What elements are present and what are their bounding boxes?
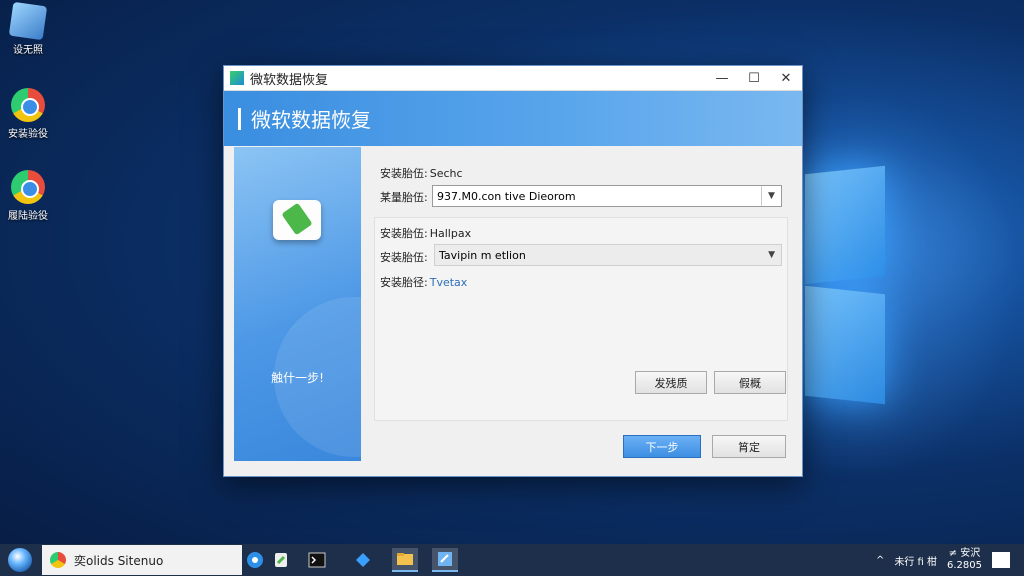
field-label: 安装胎伍: xyxy=(380,251,428,264)
desktop-icon-label: 履陆验役 xyxy=(8,211,48,222)
field-value: Sechc xyxy=(429,166,463,180)
path-dropdown[interactable]: 937.M0.con tive Dieorom ▼ xyxy=(432,185,782,207)
taskbar: 奕olids Sitenuo ^ 未行 fi 柑 ≠ 安沢 6.2805 xyxy=(0,544,1024,576)
field-label: 某量胎伍: xyxy=(380,191,428,204)
taskbar-app-installer[interactable] xyxy=(268,548,294,572)
browse-button[interactable]: 发残质 xyxy=(635,371,707,394)
tray-clock[interactable]: ≠ 安沢 6.2805 xyxy=(947,548,982,572)
installer-window: 微软数据恢复 — ☐ ✕ 微软数据恢复 触什一步! 安装胎伍: Sechc 某量… xyxy=(223,65,803,477)
chrome-icon xyxy=(50,552,66,568)
desktop-icon-1[interactable]: 设无照 xyxy=(4,1,52,56)
field-row-2: 某量胎伍: xyxy=(380,189,430,205)
field-row-4: 安装胎伍: xyxy=(380,249,430,265)
clock-line-2: 6.2805 xyxy=(947,560,982,571)
option-dropdown[interactable]: Tavipin m etlion ▼ xyxy=(434,244,782,266)
window-title: 微软数据恢复 xyxy=(250,72,329,88)
network-icon xyxy=(356,553,370,567)
cube-icon xyxy=(8,1,48,41)
app-icon xyxy=(230,71,244,85)
close-button[interactable]: ✕ xyxy=(770,66,802,91)
path-dropdown-value: 937.M0.con tive Dieorom xyxy=(437,189,576,203)
confirm-button[interactable]: 筲定 xyxy=(712,435,786,458)
taskbar-search-text: 奕olids Sitenuo xyxy=(74,553,164,568)
desktop-icon-2[interactable]: 安装验役 xyxy=(4,88,52,140)
field-row-1: 安装胎伍: Sechc xyxy=(380,165,463,181)
field-label: 安装胎伍: xyxy=(380,227,428,240)
chrome-icon xyxy=(11,170,45,204)
desktop-icon-3[interactable]: 履陆验役 xyxy=(4,170,52,222)
windows-logo-wallpaper xyxy=(805,160,890,410)
field-label: 安装胎伍: xyxy=(380,167,428,180)
notification-icon[interactable] xyxy=(992,552,1010,568)
terminal-icon xyxy=(308,552,326,568)
header-banner: 微软数据恢复 xyxy=(224,91,802,146)
side-prev-step-link[interactable]: 触什一步! xyxy=(234,369,361,386)
taskbar-search[interactable]: 奕olids Sitenuo xyxy=(42,545,242,575)
banner-heading: 微软数据恢复 xyxy=(251,108,371,132)
taskbar-app-browser[interactable] xyxy=(242,548,268,572)
desktop-icon-label: 安装验役 xyxy=(8,129,48,140)
field-row-3: 安装胎伍: Hallpax xyxy=(380,225,471,241)
clock-line-1: ≠ 安沢 xyxy=(948,548,981,559)
desktop-icon-label: 设无照 xyxy=(13,45,43,56)
taskbar-app-recovery[interactable] xyxy=(432,548,458,572)
field-link[interactable]: Tvetax xyxy=(430,276,468,289)
chrome-icon xyxy=(11,88,45,122)
tray-chevron-up-icon[interactable]: ^ xyxy=(876,555,884,566)
arrow-icon xyxy=(275,553,287,567)
field-value: Hallpax xyxy=(429,226,472,240)
form-area: 安装胎伍: Sechc 某量胎伍: 937.M0.con tive Dieoro… xyxy=(374,147,792,461)
field-row-5: 安装胎径: Tvetax xyxy=(380,274,467,290)
taskbar-app-terminal[interactable] xyxy=(304,548,330,572)
option-dropdown-value: Tavipin m etlion xyxy=(439,248,526,262)
field-label: 安装胎径: xyxy=(380,276,428,289)
taskbar-app-explorer[interactable] xyxy=(392,548,418,572)
window-content: 触什一步! 安装胎伍: Sechc 某量胎伍: 937.M0.con tive … xyxy=(234,147,792,461)
maximize-button[interactable]: ☐ xyxy=(738,66,770,91)
taskbar-app-network[interactable] xyxy=(350,548,376,572)
window-titlebar[interactable]: 微软数据恢复 — ☐ ✕ xyxy=(224,66,802,91)
next-button[interactable]: 下一步 xyxy=(623,435,701,458)
globe-icon xyxy=(247,552,263,568)
start-button[interactable] xyxy=(0,544,40,576)
chevron-down-icon[interactable]: ▼ xyxy=(768,250,775,260)
tray-status-text: 未行 fi 柑 xyxy=(894,556,937,568)
windows-orb-icon xyxy=(8,548,32,572)
folder-icon xyxy=(397,553,413,565)
system-tray: ^ 未行 fi 柑 ≠ 安沢 6.2805 xyxy=(876,544,1024,576)
minimize-button[interactable]: — xyxy=(706,66,738,91)
side-panel: 触什一步! xyxy=(234,147,361,461)
chevron-down-icon[interactable]: ▼ xyxy=(761,186,781,206)
banner-accent-bar xyxy=(238,107,241,130)
recovery-box-icon xyxy=(269,192,325,242)
modify-button[interactable]: 假概 xyxy=(714,371,786,394)
recovery-app-icon xyxy=(438,552,452,566)
